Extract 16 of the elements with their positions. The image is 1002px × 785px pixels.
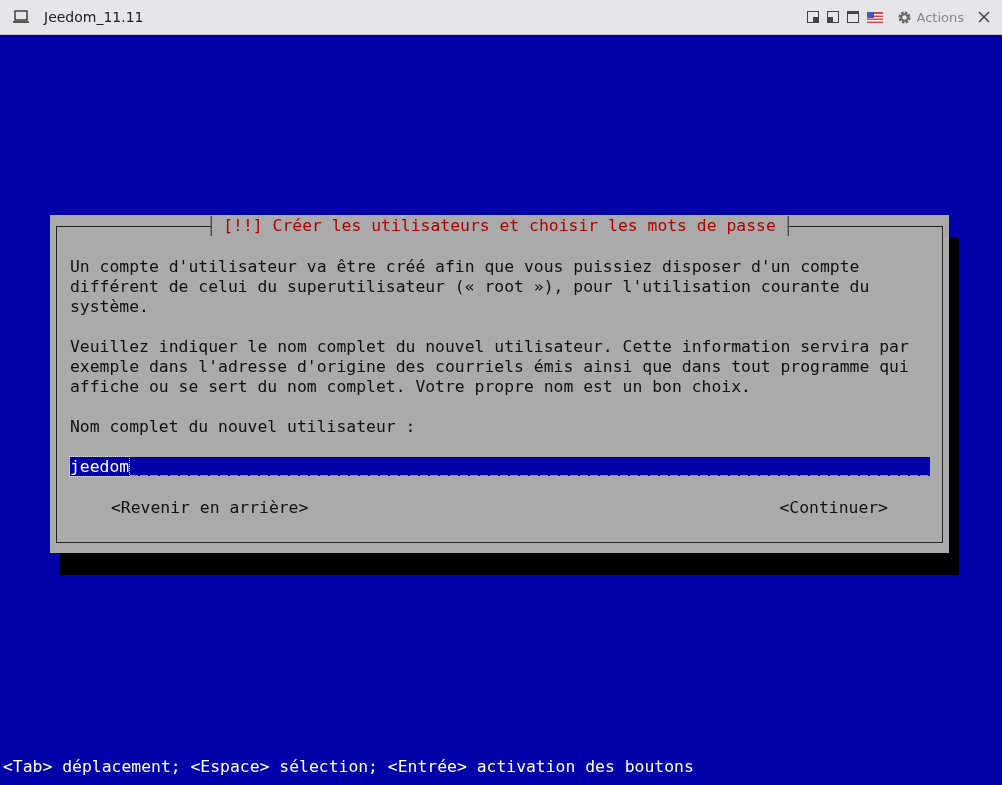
paragraph: Veuillez indiquer le nom complet du nouvel utilisateur. Cette information servira par exemple dans l'adresse d'origine des courriels émis ainsi que dans tout programme qui affiche ou se sert du nom complet. Votre propre nom est un bon choix. [70,337,910,397]
window-title: Jeedom_11.11 [44,9,144,25]
laptop-icon [12,10,30,24]
paragraph: Un compte d'utilisateur va être créé afin que vous puissiez disposer d'un compte différent de celui du superutilisateur (« root »), pour l'utilisation courante du système. [70,257,871,317]
input-field[interactable]: jeedom [70,457,930,476]
dialog-title: [!!] Créer les utilisateurs et choisir les mots de passe [210,216,789,236]
flag-icon[interactable] [866,11,883,23]
status-text: <Tab> déplacement; <Espace> sélection; <Entrée> activation des boutons [2,757,695,777]
field-label: Nom complet du nouvel utilisateur : [70,417,417,437]
close-icon[interactable] [978,11,990,23]
settings-icon [896,9,912,25]
window-layout-icon[interactable] [806,11,819,23]
back-button[interactable]: <Revenir en arrière> [111,498,309,518]
window-layout-icon[interactable] [826,11,839,23]
continue-button[interactable]: <Continuer> [779,498,888,518]
maximize-icon[interactable] [846,11,859,23]
